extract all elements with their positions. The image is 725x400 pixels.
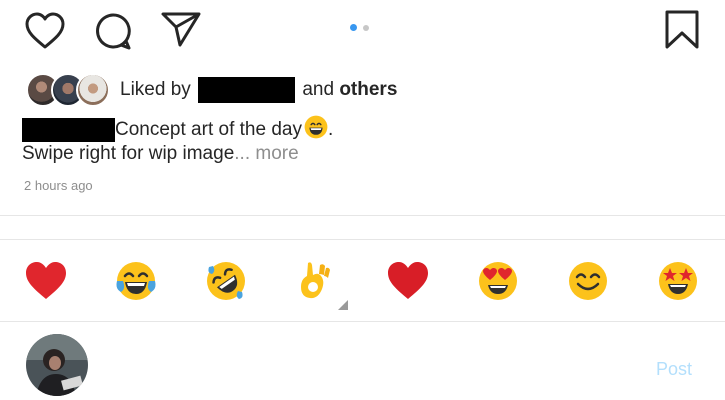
caption-text: Concept art of the day [115, 119, 302, 140]
heart-eyes-emoji[interactable] [476, 259, 520, 303]
post-timestamp: 2 hours ago [24, 178, 93, 193]
redacted-username [198, 77, 296, 103]
others-link[interactable]: others [339, 79, 397, 100]
post-button[interactable]: Post [656, 359, 692, 380]
avatar [76, 73, 110, 107]
rolling-on-floor-laughing-emoji[interactable] [204, 259, 248, 303]
likes-summary[interactable]: Liked by and others [120, 77, 397, 103]
more-reactions-triangle[interactable] [338, 300, 348, 310]
liked-by-label: Liked by [120, 79, 191, 101]
current-user-avatar [26, 334, 88, 396]
and-label: and [302, 79, 335, 101]
ok-hand-emoji[interactable] [294, 259, 338, 303]
smiling-face-emoji[interactable] [566, 259, 610, 303]
face-with-tears-of-joy-emoji[interactable] [114, 259, 158, 303]
red-heart-emoji[interactable] [24, 259, 68, 303]
red-heart-emoji[interactable] [386, 259, 430, 303]
redacted-author [22, 117, 115, 142]
heart-outline-icon [25, 12, 65, 49]
liker-avatars[interactable] [26, 73, 110, 107]
divider [0, 215, 725, 216]
divider [0, 239, 725, 240]
paper-plane-icon [161, 12, 201, 47]
caption-ellipsis: ... [234, 143, 251, 164]
like-button[interactable] [24, 12, 66, 50]
carousel-dot [363, 24, 369, 31]
star-struck-emoji[interactable] [656, 259, 700, 303]
caption-end: . [327, 119, 334, 140]
caption-line-1: Concept art of the day . [22, 115, 333, 142]
comment-input[interactable] [110, 350, 634, 388]
share-button[interactable] [160, 10, 202, 48]
carousel-dot [350, 24, 357, 31]
carousel-indicator [350, 24, 369, 31]
caption-line-2-text: Swipe right for wip image [22, 143, 235, 164]
caption-line-2: Swipe right for wip image... more [22, 143, 299, 165]
divider [0, 321, 725, 322]
comment-bubble-icon [96, 13, 131, 50]
save-button[interactable] [664, 10, 700, 50]
grinning-face-emoji [304, 115, 328, 139]
more-link[interactable]: more [255, 143, 298, 164]
bookmark-icon [665, 10, 699, 49]
comment-button[interactable] [93, 12, 133, 52]
